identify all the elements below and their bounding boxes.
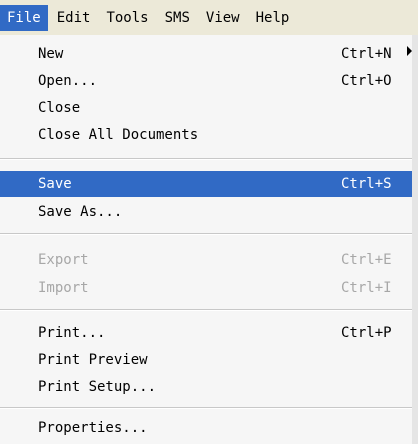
menu-item-export: Export Ctrl+E (0, 247, 412, 273)
menu-item-shortcut: Ctrl+O (341, 73, 392, 89)
menu-edit[interactable]: Edit (50, 5, 98, 31)
menu-separator (0, 158, 412, 160)
menu-item-label: New (38, 46, 64, 62)
menu-separator (0, 407, 412, 409)
menu-item-label: Print Preview (38, 352, 148, 368)
menu-item-label: Save As... (38, 204, 123, 220)
menu-item-label: Close All Documents (38, 127, 199, 143)
menu-item-new[interactable]: New Ctrl+N (0, 41, 412, 67)
menu-item-label: Save (38, 176, 72, 192)
menu-tools[interactable]: Tools (99, 5, 155, 31)
menu-item-close-all-documents[interactable]: Close All Documents (0, 122, 412, 148)
menu-item-label: Import (38, 280, 89, 296)
menu-file[interactable]: File (0, 4, 48, 31)
menu-item-save-as[interactable]: Save As... (0, 199, 412, 225)
menu-help[interactable]: Help (249, 5, 297, 31)
menu-item-print[interactable]: Print... Ctrl+P (0, 320, 412, 346)
menu-item-close[interactable]: Close (0, 95, 412, 121)
menu-item-print-setup[interactable]: Print Setup... (0, 374, 412, 400)
file-menu-dropdown: New Ctrl+N Open... Ctrl+O Close Close Al… (0, 35, 418, 444)
submenu-arrow-icon (407, 46, 412, 56)
menu-item-label: Print... (38, 325, 106, 341)
menu-view[interactable]: View (199, 5, 247, 31)
menu-item-label: Print Setup... (38, 379, 157, 395)
menu-bar: File Edit Tools SMS View Help (0, 0, 418, 35)
menu-item-label: Open... (38, 73, 98, 89)
menu-item-shortcut: Ctrl+N (341, 46, 392, 62)
menu-item-label: Properties... (38, 420, 148, 436)
menu-separator (0, 309, 412, 311)
menu-item-shortcut: Ctrl+E (341, 252, 392, 268)
menu-item-label: Close (38, 100, 81, 116)
menu-item-shortcut: Ctrl+S (341, 176, 392, 192)
menu-item-properties[interactable]: Properties... (0, 415, 412, 441)
menu-item-shortcut: Ctrl+P (341, 325, 392, 341)
menu-item-import: Import Ctrl+I (0, 275, 412, 301)
menu-item-print-preview[interactable]: Print Preview (0, 347, 412, 373)
menu-item-open[interactable]: Open... Ctrl+O (0, 68, 412, 94)
menu-sms[interactable]: SMS (158, 5, 197, 31)
menu-item-shortcut: Ctrl+I (341, 280, 392, 296)
menu-item-save[interactable]: Save Ctrl+S (0, 171, 412, 197)
menu-item-label: Export (38, 252, 89, 268)
menu-separator (0, 233, 412, 235)
